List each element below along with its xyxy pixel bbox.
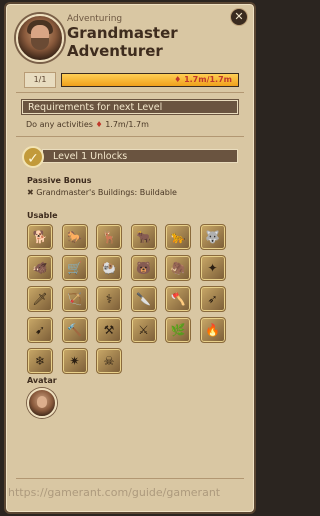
dog-mount-icon: 🐕 xyxy=(32,230,48,244)
crossbow-icon: ➶ xyxy=(207,292,218,306)
passive-bonus-text: Grandmaster's Buildings: Buildable xyxy=(36,188,177,197)
fire-staff-icon: 🔥 xyxy=(205,323,220,337)
mammoth-mount-icon: 🦣 xyxy=(170,261,186,275)
achievement-panel: Adventuring Grandmaster Adventurer ✕ 1/1… xyxy=(4,2,256,514)
usable-item[interactable]: 🐏 xyxy=(96,255,122,281)
usable-item[interactable]: 🐎 xyxy=(61,224,88,250)
page-title: Grandmaster Adventurer xyxy=(67,24,178,60)
requirement-line: Do any activities ♦ 1.7m/1.7m xyxy=(26,120,149,129)
gear-bundle-icon: ✦ xyxy=(207,261,218,275)
level-counter: 1/1 xyxy=(24,72,56,88)
checkmark-icon: ✓ xyxy=(22,146,44,168)
category-label: Adventuring xyxy=(67,14,123,24)
ram-mount-icon: 🐏 xyxy=(101,261,117,275)
usable-item[interactable]: ☠ xyxy=(96,348,122,374)
usable-item[interactable]: 🛒 xyxy=(61,255,88,281)
dagger-icon: 🔪 xyxy=(136,292,151,306)
arcane-staff-icon: ✷ xyxy=(69,354,80,368)
avatar-title: Avatar xyxy=(27,376,57,385)
gem-icon: ♦ xyxy=(95,120,103,129)
spear-icon: ➹ xyxy=(34,323,46,337)
stag-mount-icon: 🦌 xyxy=(101,230,117,244)
requirement-text: Do any activities xyxy=(26,120,93,129)
hammer-icon: 🔨 xyxy=(67,323,82,337)
usable-item[interactable]: ✦ xyxy=(199,255,226,281)
usable-item[interactable]: ⚔ xyxy=(130,317,157,343)
close-icon[interactable]: ✕ xyxy=(230,8,248,26)
usable-item[interactable]: 🐗 xyxy=(27,255,53,281)
usable-item[interactable]: ➶ xyxy=(199,286,226,312)
usable-item[interactable]: 🔥 xyxy=(199,317,226,343)
watermark: https://gamerant.com/guide/gamerant xyxy=(8,486,221,499)
usable-item[interactable]: 🐂 xyxy=(130,224,157,250)
usable-item[interactable]: ➹ xyxy=(27,317,53,343)
avatar-unlock[interactable] xyxy=(27,388,57,418)
nature-staff-icon: 🌿 xyxy=(170,323,186,337)
usable-item[interactable]: 🐆 xyxy=(165,224,191,250)
bow-icon: 🏹 xyxy=(67,292,82,306)
passive-bonus-item: ✖ Grandmaster's Buildings: Buildable xyxy=(27,188,177,197)
requirement-value: 1.7m/1.7m xyxy=(105,120,149,129)
requirements-heading: Requirements for next Level xyxy=(22,100,238,114)
direwolf-mount-icon: 🐺 xyxy=(205,230,220,244)
wagon-mount-icon: 🛒 xyxy=(67,261,82,275)
staff-icon: ⚕ xyxy=(105,292,113,306)
unlocks-heading: Level 1 Unlocks xyxy=(42,149,238,163)
header: Adventuring Grandmaster Adventurer ✕ xyxy=(6,4,254,66)
portrait-beard xyxy=(31,38,49,50)
horse-mount-icon: 🐎 xyxy=(67,230,82,244)
divider xyxy=(16,92,244,93)
unlocks-heading-row: Level 1 Unlocks ✓ xyxy=(22,146,238,168)
usable-item[interactable]: 🐕 xyxy=(27,224,53,250)
usable-item[interactable]: 🐺 xyxy=(199,224,226,250)
usable-item[interactable]: ❄ xyxy=(27,348,53,374)
portrait-avatar xyxy=(16,14,64,62)
gem-icon: ♦ xyxy=(174,75,182,84)
usable-item[interactable]: 🌿 xyxy=(165,317,191,343)
passive-bonus-title: Passive Bonus xyxy=(27,176,92,185)
sword-icon: 🗡 xyxy=(32,292,48,306)
progress-bar: ♦ 1.7m/1.7m xyxy=(61,73,239,87)
quarterstaff-icon: ⚔ xyxy=(138,323,149,337)
divider xyxy=(16,478,244,479)
usable-item[interactable]: 🦌 xyxy=(96,224,122,250)
usable-item[interactable]: ✷ xyxy=(61,348,88,374)
usable-item[interactable]: 🔨 xyxy=(61,317,88,343)
avatar-face xyxy=(37,396,47,408)
usable-item[interactable]: 🏹 xyxy=(61,286,88,312)
usable-item[interactable]: ⚕ xyxy=(96,286,122,312)
usable-item[interactable]: ⚒ xyxy=(96,317,122,343)
usable-item[interactable]: 🐻 xyxy=(130,255,157,281)
boar-mount-icon: 🐗 xyxy=(32,261,48,275)
frost-staff-icon: ❄ xyxy=(34,354,46,368)
bear-mount-icon: 🐻 xyxy=(136,261,151,275)
divider xyxy=(16,136,244,137)
usable-title: Usable xyxy=(27,211,58,220)
usable-item[interactable]: 🦣 xyxy=(165,255,191,281)
ox-mount-icon: 🐂 xyxy=(136,230,151,244)
axe-icon: 🪓 xyxy=(170,292,186,306)
usable-item[interactable]: 🗡 xyxy=(27,286,53,312)
bullet-icon: ✖ xyxy=(27,188,34,197)
curse-staff-icon: ☠ xyxy=(103,354,115,368)
level-row: 1/1 ♦ 1.7m/1.7m xyxy=(24,72,239,88)
swiftclaw-mount-icon: 🐆 xyxy=(170,230,186,244)
usable-item[interactable]: 🪓 xyxy=(165,286,191,312)
mace-icon: ⚒ xyxy=(103,323,115,337)
progress-text: ♦ 1.7m/1.7m xyxy=(62,74,238,86)
usable-item[interactable]: 🔪 xyxy=(130,286,157,312)
progress-value: 1.7m/1.7m xyxy=(184,75,232,84)
